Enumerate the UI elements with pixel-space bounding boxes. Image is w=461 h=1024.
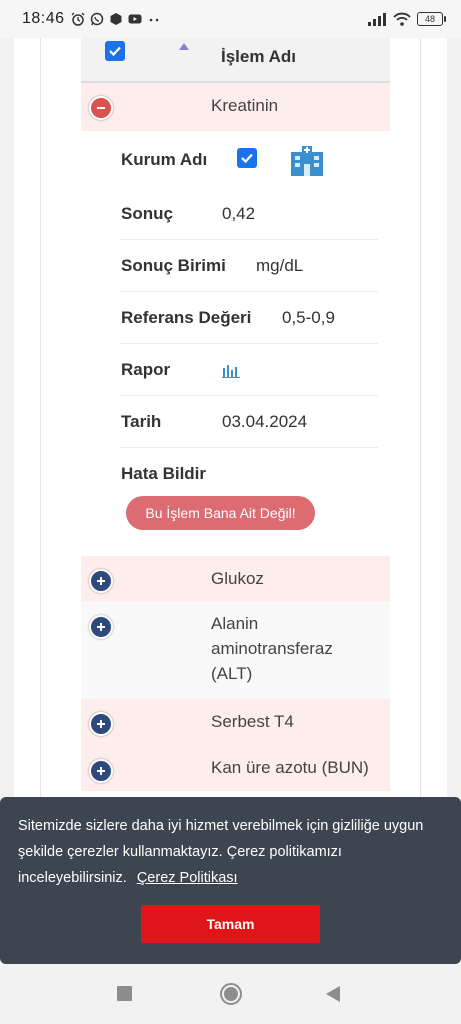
whatsapp-icon xyxy=(90,12,103,26)
row-name: Serbest T4 xyxy=(211,712,294,731)
detail-value: mg/dL xyxy=(256,256,304,275)
wifi-icon xyxy=(393,12,411,26)
detail-label: Tarih xyxy=(121,412,162,431)
detail-label: Rapor xyxy=(121,360,171,379)
detail-value: 0,5-0,9 xyxy=(282,308,335,327)
plus-icon xyxy=(97,720,105,728)
youtube-icon xyxy=(128,14,142,24)
row-name: Alanin aminotransferaz (ALT) xyxy=(211,614,333,683)
report-not-mine-button[interactable]: Bu İşlem Bana Ait Değil! xyxy=(126,496,315,530)
expand-row-button[interactable] xyxy=(89,759,113,783)
plus-icon xyxy=(97,623,105,631)
alarm-icon xyxy=(71,12,85,26)
system-nav-bar xyxy=(0,964,461,1024)
row-name: Kreatinin xyxy=(211,96,279,115)
detail-label: Kurum Adı xyxy=(121,150,208,169)
plus-icon xyxy=(97,767,105,775)
check-icon xyxy=(241,153,253,164)
cube-icon xyxy=(110,13,122,25)
sort-asc-icon[interactable] xyxy=(179,43,189,50)
detail-label: Sonuç Birimi xyxy=(121,256,226,275)
detail-label: Referans Değeri xyxy=(121,308,252,327)
table-row[interactable]: Alanin aminotransferaz (ALT) xyxy=(81,601,390,699)
select-all-checkbox[interactable] xyxy=(105,41,125,61)
detail-tarih: Tarih 03.04.2024 xyxy=(81,396,390,448)
minus-icon xyxy=(97,107,105,109)
home-button-icon[interactable] xyxy=(220,983,242,1005)
bar-chart-icon[interactable] xyxy=(222,362,240,378)
status-bar: 18:46 48 xyxy=(0,0,461,38)
table-row[interactable]: Serbest T4 xyxy=(81,699,390,745)
column-header-islem-adi[interactable]: İşlem Adı xyxy=(221,47,296,67)
battery-icon: 48 xyxy=(417,12,446,26)
recents-button-icon[interactable] xyxy=(117,986,132,1001)
detail-label: Sonuç xyxy=(121,204,173,223)
expand-row-button[interactable] xyxy=(89,712,113,736)
collapse-row-button[interactable] xyxy=(89,96,113,120)
expand-row-button[interactable] xyxy=(89,569,113,593)
signal-icon xyxy=(368,13,386,26)
detail-kurum-adi: Kurum Adı xyxy=(81,131,390,188)
cookie-message-block: Sitemizde sizlere daha iyi hizmet verebi… xyxy=(18,813,448,891)
detail-sonuc: Sonuç 0,42 xyxy=(81,188,390,240)
status-time: 18:46 xyxy=(22,10,65,27)
hospital-icon[interactable] xyxy=(289,142,325,176)
results-table: İşlem Adı Kreatinin Kurum Adı Sonuç 0,42… xyxy=(81,38,390,791)
more-dots-icon xyxy=(149,18,158,22)
kurum-checkbox[interactable] xyxy=(237,148,257,168)
detail-rapor: Rapor xyxy=(81,344,390,396)
table-row[interactable]: Kan üre azotu (BUN) xyxy=(81,745,390,791)
cookie-policy-link[interactable]: Çerez Politikası xyxy=(137,870,238,886)
row-name: Kan üre azotu (BUN) xyxy=(211,758,369,777)
detail-sonuc-birimi: Sonuç Birimi mg/dL xyxy=(81,240,390,292)
table-row[interactable]: Kreatinin xyxy=(81,83,390,131)
plus-icon xyxy=(97,577,105,585)
detail-value: 03.04.2024 xyxy=(222,412,308,431)
expand-row-button[interactable] xyxy=(89,615,113,639)
accept-cookies-button[interactable]: Tamam xyxy=(141,905,320,943)
table-row[interactable]: Glukoz xyxy=(81,556,390,601)
detail-value: 0,42 xyxy=(222,204,256,223)
check-icon xyxy=(109,46,121,57)
detail-label: Hata Bildir xyxy=(121,464,207,483)
table-header: İşlem Adı xyxy=(81,38,390,83)
row-name: Glukoz xyxy=(211,569,264,588)
detail-referans-degeri: Referans Değeri 0,5-0,9 xyxy=(81,292,390,344)
cookie-banner: Sitemizde sizlere daha iyi hizmet verebi… xyxy=(0,797,461,964)
back-button-icon[interactable] xyxy=(326,986,340,1002)
